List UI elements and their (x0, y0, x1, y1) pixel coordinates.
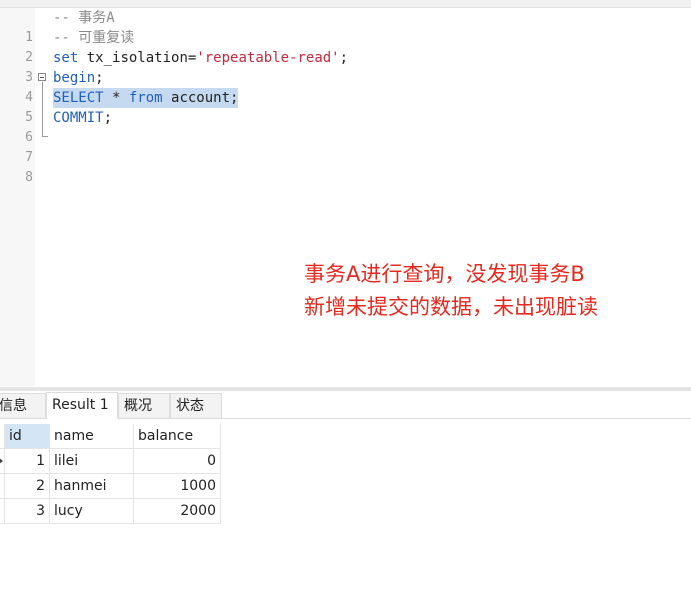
code-line-4[interactable]: 4 begin; (0, 68, 691, 105)
sql-text: account; (162, 90, 239, 106)
top-toolbar-edge (0, 0, 691, 8)
sql-keyword: SELECT (53, 90, 104, 106)
code-line-5[interactable]: 5 SELECT * from account; (0, 88, 691, 125)
cell-balance[interactable]: 0 (134, 449, 221, 474)
cell-id[interactable]: 1 (5, 449, 50, 474)
tab-info[interactable]: 信息 (0, 393, 46, 418)
cell-balance[interactable]: 2000 (134, 499, 221, 524)
current-row-arrow-icon (0, 457, 3, 465)
table-row[interactable]: 2 hanmei 1000 (0, 474, 222, 499)
tab-label: Result 1 (52, 397, 109, 413)
code-line-3[interactable]: 3 set tx_isolation='repeatable-read'; (0, 48, 691, 85)
selected-text[interactable]: SELECT * from account; (53, 88, 239, 108)
cell-name[interactable]: lilei (50, 449, 134, 474)
tab-status[interactable]: 状态 (170, 393, 222, 418)
code-line-7[interactable]: 7 (0, 128, 691, 165)
sql-text: * (103, 90, 129, 106)
code-line-1[interactable]: 1 -- 事务A (0, 8, 691, 45)
sql-keyword: begin (53, 70, 96, 86)
cell-id[interactable]: 3 (5, 499, 50, 524)
cell-name[interactable]: lucy (50, 499, 134, 524)
sql-text: ; (103, 110, 113, 126)
cell-name[interactable]: hanmei (50, 474, 134, 499)
sql-text: ; (95, 70, 104, 86)
cell-balance[interactable]: 1000 (134, 474, 221, 499)
fold-end-marker (42, 136, 48, 137)
column-header-balance[interactable]: balance (134, 424, 221, 449)
grid-header-row: id name balance (0, 424, 222, 449)
sql-keyword: from (128, 90, 163, 106)
tab-profile[interactable]: 概况 (118, 393, 170, 418)
tab-label: 状态 (176, 398, 204, 414)
sql-string: 'repeatable-read' (196, 50, 340, 66)
fold-guide-line (42, 82, 43, 136)
annotation-line-1: 事务A进行查询，没发现事务B (304, 262, 585, 286)
fold-collapse-icon[interactable] (38, 73, 46, 81)
line-number: 8 (25, 170, 33, 185)
code-line-2[interactable]: 2 -- 可重复读 (0, 28, 691, 65)
tab-result-1[interactable]: Result 1 (46, 392, 118, 419)
column-header-id[interactable]: id (5, 424, 50, 449)
sql-comment: -- 事务A (53, 10, 115, 26)
sql-keyword: set (53, 50, 79, 66)
table-row[interactable]: 3 lucy 2000 (0, 499, 222, 524)
cell-id[interactable]: 2 (5, 474, 50, 499)
code-line-8[interactable]: 8 (0, 148, 691, 185)
sql-keyword: COMMIT (53, 110, 104, 126)
sql-text: ; (339, 50, 349, 66)
tab-label: 概况 (124, 398, 152, 414)
tab-label: 信息 (0, 398, 27, 414)
result-tab-bar: 信息 Result 1 概况 状态 (0, 391, 691, 419)
sql-text: tx_isolation= (78, 50, 197, 66)
sql-editor[interactable]: 1 -- 事务A 2 -- 可重复读 3 set tx_isolation='r… (0, 8, 691, 386)
annotation-note: 事务A进行查询，没发现事务B 新增未提交的数据，未出现脏读 (304, 258, 598, 324)
code-line-6[interactable]: 6 COMMIT; (0, 108, 691, 145)
sql-comment: -- 可重复读 (53, 30, 135, 46)
annotation-line-2: 新增未提交的数据，未出现脏读 (304, 295, 598, 319)
column-header-name[interactable]: name (50, 424, 134, 449)
table-row[interactable]: 1 lilei 0 (0, 449, 222, 474)
